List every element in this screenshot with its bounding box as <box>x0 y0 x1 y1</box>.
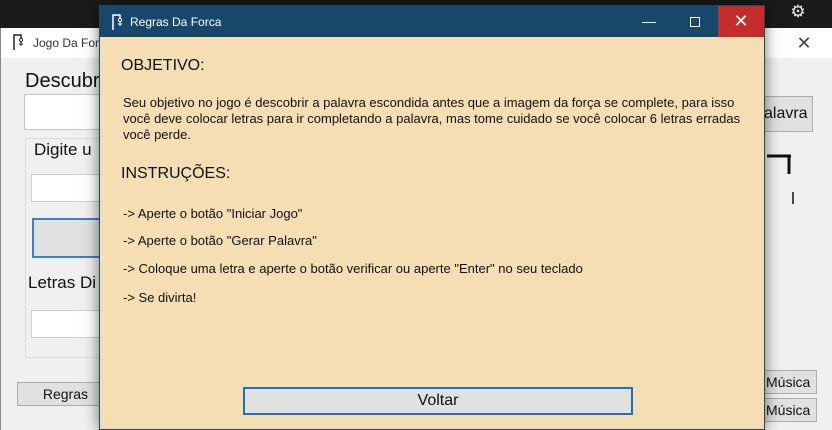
maximize-icon[interactable] <box>672 6 718 37</box>
dialog-title: Regras Da Forca <box>130 15 222 29</box>
descubra-label: Descubr <box>25 70 100 92</box>
close-icon[interactable]: ✕ <box>718 6 764 37</box>
gear-icon[interactable]: ⚙ <box>788 2 808 22</box>
minimize-icon[interactable]: — <box>626 6 672 37</box>
digite-label: Digite u <box>34 140 92 159</box>
gallows-icon <box>112 14 123 30</box>
instruction-item: -> Coloque uma letra e aperte o botão ve… <box>123 261 583 276</box>
gallows-drawing <box>767 154 794 204</box>
voltar-button[interactable]: Voltar <box>243 387 633 415</box>
dialog-titlebar[interactable]: Regras Da Forca — ✕ <box>100 6 764 37</box>
objective-heading: OBJETIVO: <box>121 57 205 74</box>
instruction-item: -> Se divirta! <box>123 290 197 305</box>
instruction-item: -> Aperte o botão "Iniciar Jogo" <box>123 206 303 221</box>
instruction-item: -> Aperte o botão "Gerar Palavra" <box>123 233 317 248</box>
objective-text: Seu objetivo no jogo é descobrir a palav… <box>123 95 741 142</box>
close-icon[interactable]: ✕ <box>793 32 815 54</box>
gallows-icon <box>13 34 24 50</box>
rules-dialog: Regras Da Forca — ✕ OBJETIVO: Seu objeti… <box>99 5 765 430</box>
letras-label: Letras Di <box>28 273 97 292</box>
instructions-heading: INSTRUÇÕES: <box>121 165 231 182</box>
